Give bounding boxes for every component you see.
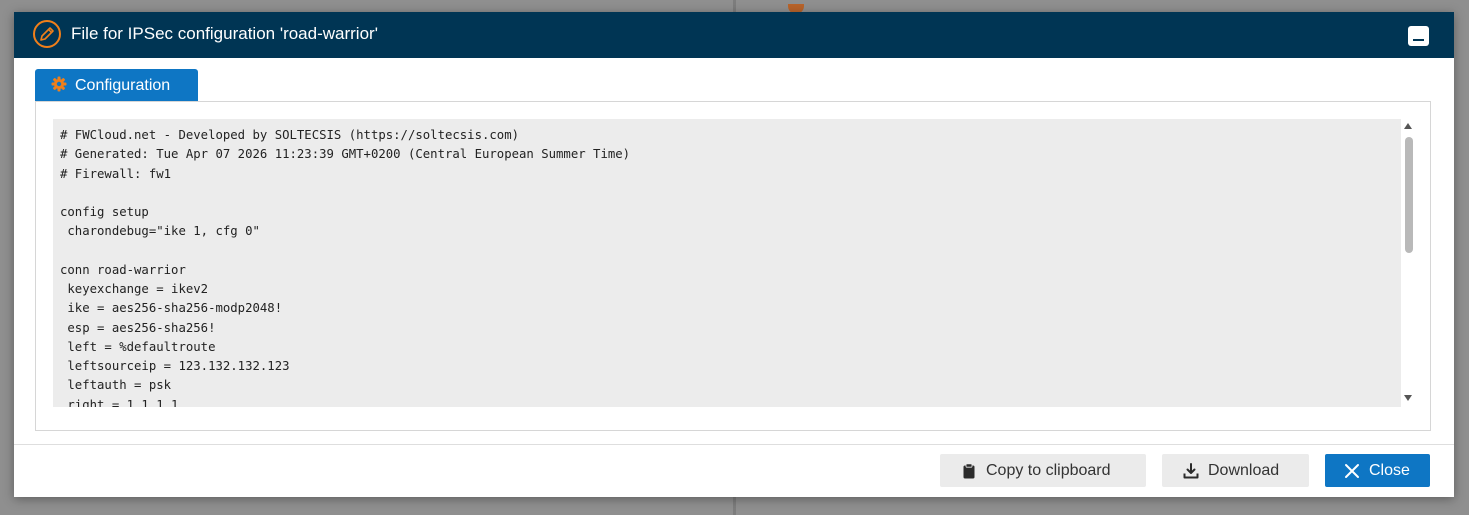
tab-configuration[interactable]: Configuration <box>35 69 198 101</box>
scrollbar-thumb[interactable] <box>1405 137 1413 253</box>
close-label: Close <box>1369 462 1410 479</box>
minimize-button[interactable] <box>1408 26 1429 46</box>
close-icon <box>1344 463 1360 479</box>
vertical-scrollbar[interactable] <box>1401 119 1417 407</box>
tab-configuration-label: Configuration <box>75 77 171 94</box>
copy-to-clipboard-button[interactable]: Copy to clipboard <box>940 454 1146 487</box>
footer-divider <box>14 444 1454 445</box>
dialog-title: File for IPSec configuration 'road-warri… <box>71 24 378 43</box>
scroll-down-arrow-icon[interactable] <box>1404 395 1412 401</box>
configuration-panel: # FWCloud.net - Developed by SOLTECSIS (… <box>35 101 1431 431</box>
download-icon <box>1183 463 1199 479</box>
copy-to-clipboard-label: Copy to clipboard <box>986 462 1111 479</box>
gear-icon <box>51 76 67 92</box>
ipsec-file-dialog: File for IPSec configuration 'road-warri… <box>14 12 1454 497</box>
clipboard-icon <box>961 463 977 479</box>
config-file-content: # FWCloud.net - Developed by SOLTECSIS (… <box>60 128 631 407</box>
download-label: Download <box>1208 462 1280 479</box>
config-file-viewer[interactable]: # FWCloud.net - Developed by SOLTECSIS (… <box>53 119 1417 407</box>
download-button[interactable]: Download <box>1162 454 1309 487</box>
pencil-icon <box>32 19 62 49</box>
scroll-up-arrow-icon[interactable] <box>1404 123 1412 129</box>
dialog-titlebar: File for IPSec configuration 'road-warri… <box>14 12 1454 58</box>
close-button[interactable]: Close <box>1325 454 1430 487</box>
